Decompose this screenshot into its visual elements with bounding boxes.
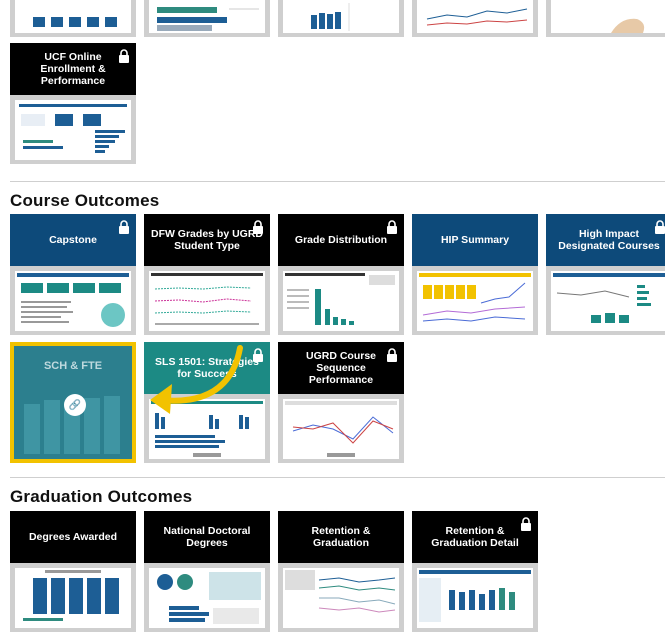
hip-summary-tile[interactable]: HIP Summary — [412, 214, 538, 335]
section-title-course-outcomes: Course Outcomes — [10, 191, 160, 210]
tile-thumbnail — [417, 271, 533, 331]
link-icon[interactable]: 🔗 — [64, 394, 86, 416]
tile-thumbnail — [283, 0, 399, 33]
lock-icon — [119, 49, 129, 63]
national-doctoral-degrees-tile[interactable]: National Doctoral Degrees — [144, 511, 270, 632]
partial-tile-1[interactable] — [10, 0, 136, 37]
capstone-tile[interactable]: Capstone — [10, 214, 136, 335]
tile-thumbnail — [283, 399, 399, 459]
sch-fte-tile[interactable]: SCH & FTE 🔗 — [10, 342, 136, 463]
lock-icon — [253, 348, 263, 362]
tile-thumbnail — [417, 0, 533, 33]
tile-title: Grade Distribution — [294, 234, 388, 246]
tile-title: High Impact Designated Courses — [558, 228, 660, 252]
retention-graduation-tile[interactable]: Retention & Graduation — [278, 511, 404, 632]
tile-title: UGRD Course Sequence Performance — [305, 350, 376, 386]
tile-thumbnail — [283, 568, 399, 628]
section-divider — [10, 181, 665, 182]
lock-icon — [655, 220, 665, 234]
lock-icon — [387, 348, 397, 362]
partial-tile-2[interactable] — [144, 0, 270, 37]
high-impact-courses-tile[interactable]: High Impact Designated Courses — [546, 214, 665, 335]
tile-thumbnail — [551, 0, 665, 33]
tile-thumbnail — [149, 568, 265, 628]
tile-header: National Doctoral Degrees — [144, 511, 270, 563]
tile-header: Degrees Awarded — [10, 511, 136, 563]
sls-1501-tile[interactable]: SLS 1501: Strategies for Success — [144, 342, 270, 463]
tile-title: Retention & Graduation Detail — [431, 525, 519, 549]
tile-header: High Impact Designated Courses — [546, 214, 665, 266]
dfw-grades-tile[interactable]: DFW Grades by UGRD Student Type — [144, 214, 270, 335]
tile-title: DFW Grades by UGRD Student Type — [150, 228, 263, 252]
section-divider — [10, 477, 665, 478]
tile-thumbnail — [149, 271, 265, 331]
grade-distribution-tile[interactable]: Grade Distribution — [278, 214, 404, 335]
tile-thumbnail — [15, 0, 131, 33]
partial-tile-5[interactable] — [546, 0, 665, 37]
retention-graduation-detail-tile[interactable]: Retention & Graduation Detail — [412, 511, 538, 632]
partial-tile-4[interactable] — [412, 0, 538, 37]
tile-title: SLS 1501: Strategies for Success — [155, 356, 259, 380]
tile-thumbnail — [417, 568, 533, 628]
tile-title: HIP Summary — [440, 234, 510, 246]
tile-thumbnail — [15, 271, 131, 331]
degrees-awarded-tile[interactable]: Degrees Awarded — [10, 511, 136, 632]
lock-icon — [387, 220, 397, 234]
lock-icon — [119, 220, 129, 234]
tile-title: Degrees Awarded — [28, 531, 118, 543]
tile-title: Retention & Graduation — [311, 525, 371, 549]
lock-icon — [253, 220, 263, 234]
lock-icon — [521, 517, 531, 531]
tile-hover-overlay: SCH & FTE 🔗 — [14, 346, 132, 459]
tile-header: Retention & Graduation — [278, 511, 404, 563]
ucf-online-enrollment-tile[interactable]: UCF Online Enrollment & Performance — [10, 43, 136, 164]
tile-title: UCF Online Enrollment & Performance — [40, 51, 106, 87]
tile-thumbnail — [283, 271, 399, 331]
tile-title: National Doctoral Degrees — [163, 525, 251, 549]
partial-tile-3[interactable] — [278, 0, 404, 37]
tile-thumbnail — [149, 399, 265, 459]
tile-header: HIP Summary — [412, 214, 538, 266]
tile-thumbnail — [149, 0, 265, 33]
section-title-graduation-outcomes: Graduation Outcomes — [10, 487, 193, 506]
tile-thumbnail — [551, 271, 665, 331]
tile-thumbnail — [15, 568, 131, 628]
ugrd-course-sequence-tile[interactable]: UGRD Course Sequence Performance — [278, 342, 404, 463]
tile-thumbnail — [15, 100, 131, 160]
tile-title: Capstone — [49, 234, 97, 246]
